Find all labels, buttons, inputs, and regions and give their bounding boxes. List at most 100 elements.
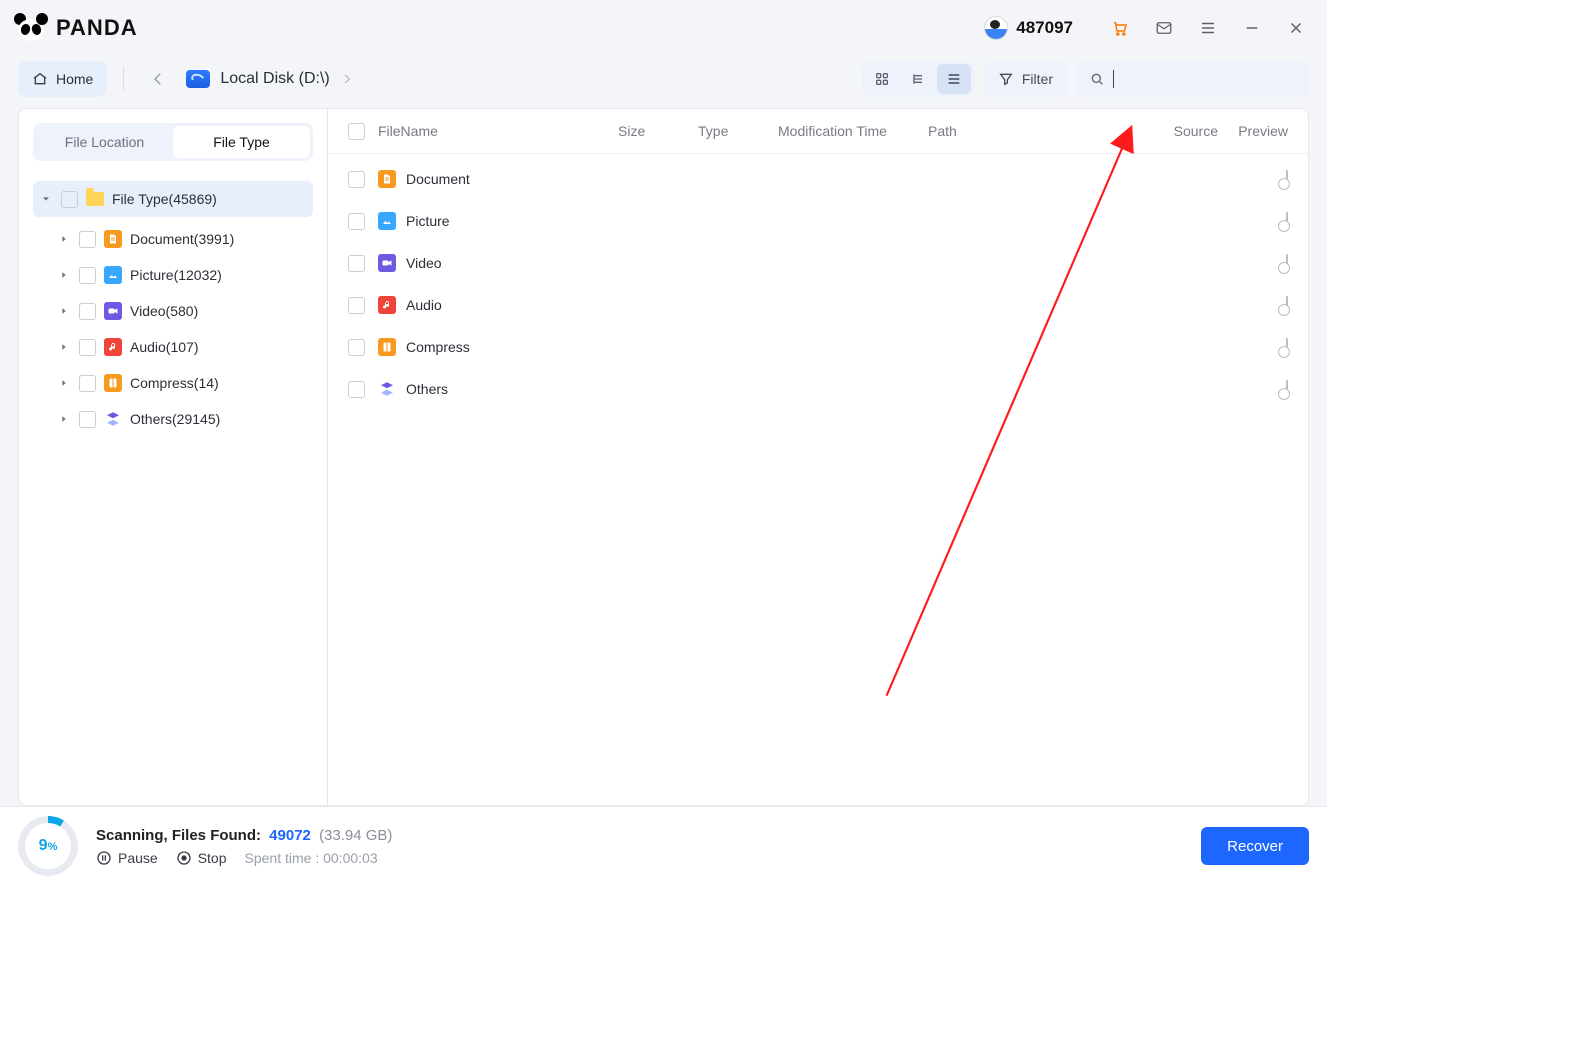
row-label: Compress <box>406 339 470 355</box>
preview-button[interactable] <box>1286 338 1288 356</box>
home-button[interactable]: Home <box>18 61 107 97</box>
checkbox[interactable] <box>348 255 365 272</box>
mail-icon[interactable] <box>1147 11 1181 45</box>
tree-item-video[interactable]: Video(580) <box>51 293 313 329</box>
tab-file-location[interactable]: File Location <box>36 126 173 158</box>
filter-button[interactable]: Filter <box>984 61 1067 97</box>
checkbox[interactable] <box>348 171 365 188</box>
chevron-right-icon <box>59 270 71 280</box>
table-row[interactable]: Document <box>328 158 1308 200</box>
preview-button[interactable] <box>1286 170 1288 188</box>
app-window: PANDA 487097 Home <box>0 0 1327 885</box>
table-row[interactable]: Audio <box>328 284 1308 326</box>
table-row[interactable]: Video <box>328 242 1308 284</box>
tree-root-file-type[interactable]: File Type(45869) <box>33 181 313 217</box>
audio-icon <box>378 296 396 314</box>
drive-icon <box>186 70 210 88</box>
avatar-icon <box>984 16 1008 40</box>
minimize-icon[interactable] <box>1235 11 1269 45</box>
checkbox[interactable] <box>79 375 96 392</box>
th-size[interactable]: Size <box>618 123 698 139</box>
tree-list-icon <box>910 71 926 87</box>
checkbox[interactable] <box>79 267 96 284</box>
preview-button[interactable] <box>1286 254 1288 272</box>
pause-label: Pause <box>118 850 158 866</box>
checkbox[interactable] <box>79 303 96 320</box>
menu-icon[interactable] <box>1191 11 1225 45</box>
row-label: Document <box>406 171 470 187</box>
status-bar: 9% Scanning, Files Found: 49072 (33.94 G… <box>0 806 1327 885</box>
list-icon <box>946 71 962 87</box>
tree-item-audio[interactable]: Audio(107) <box>51 329 313 365</box>
stop-button[interactable]: Stop <box>176 850 227 866</box>
chevron-right-icon <box>59 234 71 244</box>
row-label: Others <box>406 381 448 397</box>
tree-item-document[interactable]: Document(3991) <box>51 221 313 257</box>
preview-button[interactable] <box>1286 380 1288 398</box>
checkbox[interactable] <box>79 339 96 356</box>
others-icon <box>378 380 396 398</box>
checkbox[interactable] <box>348 381 365 398</box>
select-all-checkbox[interactable] <box>348 123 365 140</box>
user-id: 487097 <box>1016 18 1073 38</box>
view-grid-button[interactable] <box>865 64 899 94</box>
th-type[interactable]: Type <box>698 123 778 139</box>
preview-button[interactable] <box>1286 212 1288 230</box>
found-size: (33.94 GB) <box>319 827 392 844</box>
checkbox[interactable] <box>61 191 78 208</box>
compress-icon <box>104 374 122 392</box>
breadcrumb[interactable]: Local Disk (D:\) <box>186 70 353 88</box>
filter-icon <box>998 71 1014 87</box>
video-icon <box>378 254 396 272</box>
brand-logo: PANDA <box>14 13 138 43</box>
th-path[interactable]: Path <box>928 123 1148 139</box>
chevron-right-icon <box>59 414 71 424</box>
th-preview[interactable]: Preview <box>1218 123 1288 139</box>
table-row[interactable]: Compress <box>328 326 1308 368</box>
grid-icon <box>874 71 890 87</box>
progress-suffix: % <box>48 841 58 853</box>
tree-item-picture[interactable]: Picture(12032) <box>51 257 313 293</box>
preview-button[interactable] <box>1286 296 1288 314</box>
th-filename[interactable]: FileName <box>378 123 618 139</box>
title-bar: PANDA 487097 <box>0 0 1327 56</box>
picture-icon <box>104 266 122 284</box>
chevron-down-icon <box>41 194 53 204</box>
row-label: Video <box>406 255 442 271</box>
recover-button[interactable]: Recover <box>1201 827 1309 865</box>
breadcrumb-path: Local Disk (D:\) <box>220 70 329 88</box>
table-row[interactable]: Others <box>328 368 1308 410</box>
pause-button[interactable]: Pause <box>96 850 158 866</box>
video-icon <box>104 302 122 320</box>
checkbox[interactable] <box>79 231 96 248</box>
checkbox[interactable] <box>348 339 365 356</box>
th-modification[interactable]: Modification Time <box>778 123 928 139</box>
home-icon <box>32 71 48 87</box>
chevron-right-icon <box>340 72 354 86</box>
table-row[interactable]: Picture <box>328 200 1308 242</box>
view-list-button[interactable] <box>937 64 971 94</box>
th-source[interactable]: Source <box>1148 123 1218 139</box>
found-count: 49072 <box>269 827 311 844</box>
search-input[interactable] <box>1077 61 1309 97</box>
checkbox[interactable] <box>348 213 365 230</box>
tree-item-compress[interactable]: Compress(14) <box>51 365 313 401</box>
back-button[interactable] <box>140 61 176 97</box>
tree-item-label: Picture(12032) <box>130 267 222 283</box>
tab-file-type[interactable]: File Type <box>173 126 310 158</box>
tree-item-others[interactable]: Others(29145) <box>51 401 313 437</box>
filter-label: Filter <box>1022 71 1053 87</box>
checkbox[interactable] <box>79 411 96 428</box>
checkbox[interactable] <box>348 297 365 314</box>
user-account[interactable]: 487097 <box>984 16 1073 40</box>
document-icon <box>104 230 122 248</box>
tree-root-label: File Type(45869) <box>112 191 217 207</box>
chevron-right-icon <box>59 306 71 316</box>
close-icon[interactable] <box>1279 11 1313 45</box>
row-label: Audio <box>406 297 442 313</box>
document-icon <box>378 170 396 188</box>
view-tree-button[interactable] <box>901 64 935 94</box>
cart-icon[interactable] <box>1103 11 1137 45</box>
tree: File Type(45869) Document(3991) Picture(… <box>33 181 313 437</box>
table-body: Document Picture <box>328 154 1308 414</box>
